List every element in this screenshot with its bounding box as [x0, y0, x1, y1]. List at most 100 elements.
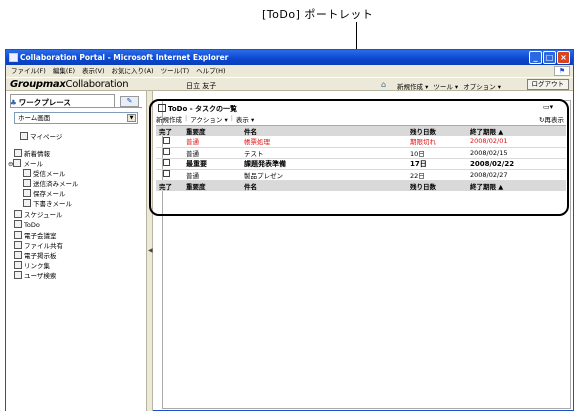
- subject-link[interactable]: テスト: [241, 147, 407, 159]
- priority-cell: 普通: [183, 147, 241, 159]
- subject-link[interactable]: 製品プレゼン: [241, 169, 407, 181]
- table-row[interactable]: 最重要 課題発表準備 17日 2008/02/22: [156, 158, 566, 170]
- table-row[interactable]: 普通 テスト 10日 2008/02/15: [156, 147, 566, 159]
- links-icon: [14, 261, 22, 269]
- col-subject-footer[interactable]: 件名: [241, 179, 407, 191]
- nav-conference[interactable]: 電子会議室: [14, 231, 57, 241]
- brand-light: Collaboration: [65, 79, 129, 90]
- schedule-icon: [14, 210, 22, 218]
- table-row[interactable]: 普通 製品プレゼン 22日 2008/02/27: [156, 169, 566, 181]
- nav-drafts[interactable]: 下書きメール: [23, 199, 72, 209]
- priority-cell: 普通: [183, 136, 241, 148]
- col-subject[interactable]: 件名: [241, 125, 407, 136]
- logout-button[interactable]: ログアウト: [526, 79, 569, 90]
- todo-icon: [158, 104, 166, 112]
- priority-cell: 最重要: [183, 158, 241, 170]
- mypage-icon: [20, 132, 28, 140]
- nav-label: 電子会議室: [24, 232, 57, 240]
- nav-schedule[interactable]: スケジュール: [14, 210, 63, 220]
- window-title: Collaboration Portal - Microsoft Interne…: [20, 53, 229, 62]
- refresh-button[interactable]: ↻再表示: [539, 114, 564, 124]
- file-share-icon: [14, 241, 22, 249]
- workplace-menu-icon[interactable]: ✎: [120, 96, 139, 107]
- portlet-menu-icon[interactable]: ▭▾: [543, 103, 553, 111]
- nav-news[interactable]: 新着情報: [14, 149, 50, 159]
- nav-label: ファイル共有: [24, 242, 63, 250]
- menu-help[interactable]: ヘルプ(H): [196, 65, 225, 77]
- menu-bar: ファイル(F) 編集(E) 表示(V) お気に入り(A) ツール(T) ヘルプ(…: [6, 65, 573, 77]
- remaining-cell: 10日: [407, 147, 467, 159]
- ie-icon: [9, 53, 18, 62]
- done-checkbox[interactable]: [163, 148, 170, 155]
- col-remaining[interactable]: 残り日数: [407, 125, 467, 136]
- menu-file[interactable]: ファイル(F): [11, 65, 46, 77]
- workplace-title-text: ワークプレース: [18, 98, 71, 107]
- separator: |: [230, 114, 233, 122]
- nav-mypage[interactable]: マイページ: [20, 132, 62, 142]
- col-due[interactable]: 終了期限 ▲: [467, 125, 566, 136]
- tools-menu[interactable]: ツール ▾: [433, 81, 458, 91]
- header-menu: 新規作成 ▾ ツール ▾ オプション ▾: [397, 81, 501, 91]
- col-priority-footer[interactable]: 重要度: [183, 179, 241, 191]
- col-priority[interactable]: 重要度: [183, 125, 241, 136]
- menu-favorites[interactable]: お気に入り(A): [112, 65, 154, 77]
- nav-label: 下書きメール: [33, 200, 72, 208]
- table-footer-row: 完了 重要度 件名 残り日数 終了期限 ▲: [156, 179, 566, 191]
- home-icon[interactable]: ⌂: [381, 80, 391, 89]
- chevron-down-icon[interactable]: ▼: [127, 114, 136, 122]
- nav-sent[interactable]: 送信済みメール: [23, 179, 79, 189]
- due-cell: 2008/02/01: [467, 136, 566, 148]
- app-header: GroupmaxCollaboration 日立 友子 ⌂ 新規作成 ▾ ツール…: [6, 77, 573, 91]
- nav-todo[interactable]: ToDo: [14, 220, 40, 230]
- workplace-select[interactable]: ホーム画面 ▼: [14, 112, 138, 124]
- conference-icon: [14, 231, 22, 239]
- col-done[interactable]: 完了: [156, 125, 183, 136]
- nav-links[interactable]: リンク集: [14, 261, 50, 271]
- subject-link[interactable]: 課題発表準備: [241, 158, 407, 170]
- table-row[interactable]: 普通 帳票処理 期限切れ 2008/02/01: [156, 136, 566, 148]
- nav-mail[interactable]: ⊖ メール: [8, 159, 43, 169]
- nav-file-share[interactable]: ファイル共有: [14, 241, 63, 251]
- brand-bold: Groupmax: [10, 79, 66, 90]
- minimize-button[interactable]: _: [529, 51, 542, 64]
- divider: [10, 107, 142, 108]
- nav-bulletin[interactable]: 電子掲示板: [14, 251, 57, 261]
- nav-user-search[interactable]: ユーザ検索: [14, 271, 56, 281]
- nav-label: スケジュール: [24, 211, 63, 219]
- done-checkbox[interactable]: [163, 136, 170, 144]
- view-menu[interactable]: 表示 ▾: [236, 114, 254, 124]
- done-checkbox[interactable]: [163, 170, 170, 177]
- workplace-icon: ♣: [10, 98, 17, 107]
- collapse-arrow-icon[interactable]: ◀: [148, 247, 153, 254]
- title-bar: Collaboration Portal - Microsoft Interne…: [6, 50, 573, 65]
- table-header-row: 完了 重要度 件名 残り日数 終了期限 ▲: [156, 125, 566, 136]
- window-controls: _ □ ×: [529, 51, 570, 64]
- new-task-button[interactable]: 新規作成: [156, 114, 182, 124]
- options-menu[interactable]: オプション ▾: [463, 81, 501, 91]
- col-done-footer[interactable]: 完了: [156, 179, 183, 191]
- subject-link[interactable]: 帳票処理: [241, 136, 407, 148]
- nav-label: メール: [23, 160, 43, 168]
- nav-label: ToDo: [24, 221, 40, 229]
- nav-saved-mail[interactable]: 保存メール: [23, 189, 66, 199]
- remaining-cell: 期限切れ: [407, 136, 467, 148]
- nav-inbox[interactable]: 受信メール: [23, 169, 66, 179]
- nav-label: ユーザ検索: [24, 272, 57, 280]
- menu-view[interactable]: 表示(V): [82, 65, 105, 77]
- menu-edit[interactable]: 編集(E): [53, 65, 75, 77]
- done-checkbox[interactable]: [163, 159, 170, 166]
- action-menu[interactable]: アクション ▾: [190, 114, 228, 124]
- col-due-footer[interactable]: 終了期限 ▲: [467, 179, 566, 191]
- nav-label: 新着情報: [24, 150, 50, 158]
- new-menu[interactable]: 新規作成 ▾: [397, 81, 428, 91]
- menu-tools[interactable]: ツール(T): [161, 65, 190, 77]
- maximize-button[interactable]: □: [543, 51, 556, 64]
- todo-icon: [14, 220, 22, 228]
- workplace-select-value: ホーム画面: [18, 114, 51, 122]
- col-remaining-footer[interactable]: 残り日数: [407, 179, 467, 191]
- mail-icon: [13, 159, 22, 167]
- close-button[interactable]: ×: [557, 51, 570, 64]
- task-table: 完了 重要度 件名 残り日数 終了期限 ▲ 普通 帳票処理 期限切れ 2008/…: [156, 125, 566, 191]
- draft-icon: [23, 199, 31, 207]
- windows-logo-icon: ⚑: [554, 66, 570, 76]
